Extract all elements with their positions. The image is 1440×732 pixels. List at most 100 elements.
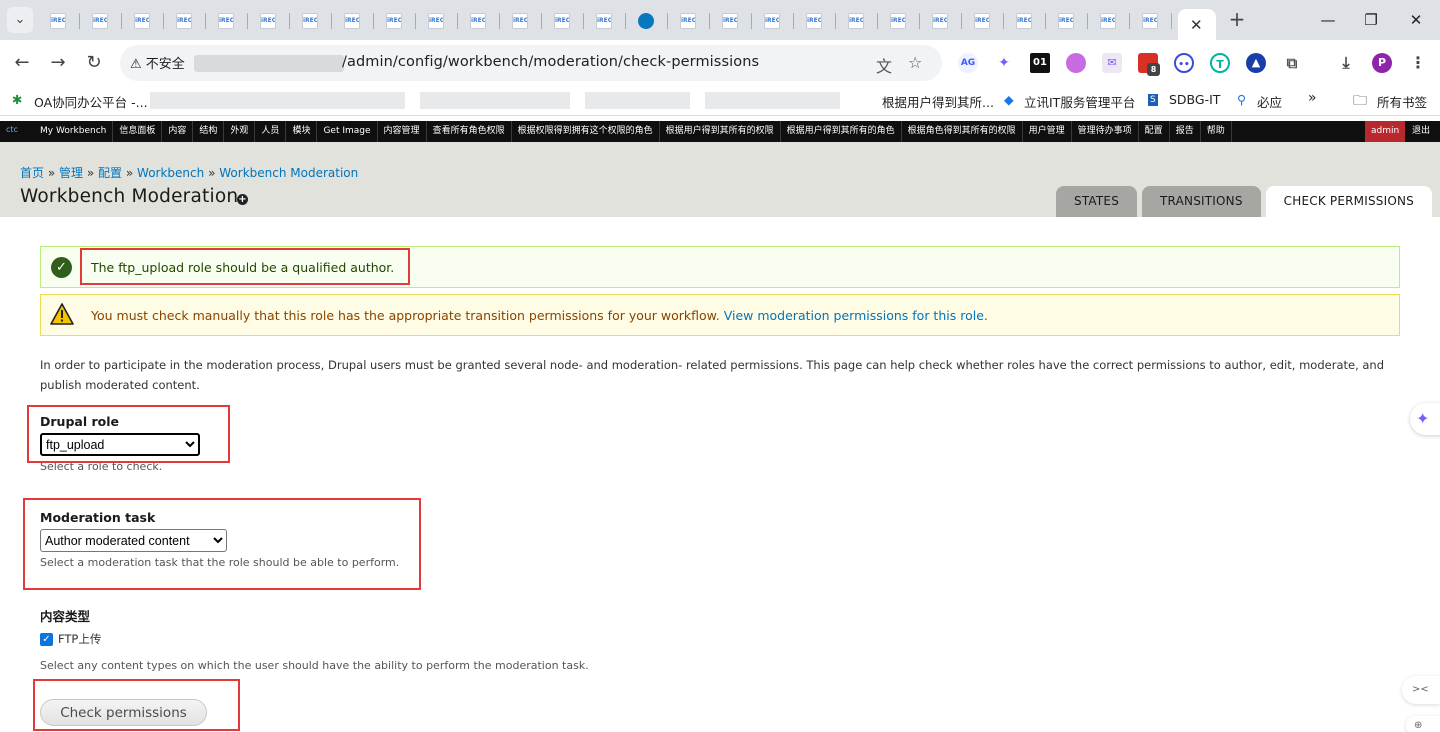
brain-extension-icon[interactable] xyxy=(1066,53,1086,73)
tab-states[interactable]: STATES xyxy=(1056,186,1138,217)
tab-transitions[interactable]: TRANSITIONS xyxy=(1142,186,1261,217)
active-tab[interactable]: ✕ xyxy=(1178,9,1216,40)
new-tab-button[interactable]: + xyxy=(1226,8,1248,30)
ag-extension-icon[interactable]: AG xyxy=(958,53,978,73)
breadcrumb-workbench[interactable]: Workbench xyxy=(137,166,204,180)
admin-menu-item[interactable]: 根据角色得到其所有的权限 xyxy=(902,121,1023,142)
bookmark-oa[interactable]: OA协同办公平台 -... xyxy=(34,92,148,111)
breadcrumb-workbench-moderation[interactable]: Workbench Moderation xyxy=(219,166,358,180)
browser-menu-icon[interactable]: ⋮ xyxy=(1408,53,1428,73)
download-icon[interactable]: ⤓ xyxy=(1336,53,1356,73)
tab-check-permissions[interactable]: CHECK PERMISSIONS xyxy=(1265,186,1432,217)
admin-menu-item[interactable]: 模块 xyxy=(286,121,318,142)
browser-tab[interactable]: iREC xyxy=(670,9,710,33)
admin-menu-item[interactable]: 人员 xyxy=(255,121,287,142)
browser-tab[interactable]: iREC xyxy=(334,9,374,33)
browser-tab[interactable]: iREC xyxy=(838,9,878,33)
ext-01-icon[interactable]: 01 xyxy=(1030,53,1050,73)
browser-tab[interactable]: iREC xyxy=(502,9,542,33)
admin-menu-item[interactable]: 配置 xyxy=(1139,121,1170,142)
bookmark-bing[interactable]: 必应 xyxy=(1257,92,1282,111)
bookmark-star-icon[interactable]: ☆ xyxy=(908,53,922,72)
admin-menu-item[interactable]: 根据用户得到其所有的角色 xyxy=(781,121,902,142)
admin-menu-item[interactable]: 内容管理 xyxy=(378,121,427,142)
drupal-tab[interactable] xyxy=(628,9,668,33)
bot-extension-icon[interactable]: •• xyxy=(1174,53,1194,73)
mail-extension-icon[interactable]: ✉ xyxy=(1102,53,1122,73)
ai-sidebar-icon[interactable]: ✦ xyxy=(1410,403,1440,435)
breadcrumb-home[interactable]: 首页 xyxy=(20,166,44,180)
extensions-puzzle-icon[interactable]: ⧉ xyxy=(1282,53,1302,73)
browser-tab[interactable]: iREC xyxy=(880,9,920,33)
browser-tab[interactable]: iREC xyxy=(292,9,332,33)
admin-menu-item[interactable]: 管理待办事项 xyxy=(1072,121,1139,142)
admin-menu-item[interactable]: 报告 xyxy=(1170,121,1201,142)
browser-tab[interactable]: iREC xyxy=(460,9,500,33)
bookmark-user-permissions[interactable]: 根据用户得到其所... xyxy=(882,92,994,111)
forward-icon[interactable]: → xyxy=(46,51,70,75)
browser-tab[interactable]: iREC xyxy=(124,9,164,33)
admin-menu-item[interactable]: 内容 xyxy=(162,121,194,142)
bookmark-it-service[interactable]: 立讯IT服务管理平台 xyxy=(1024,92,1135,111)
side-tool-2-icon[interactable]: ⊕ xyxy=(1406,716,1440,732)
bookmark-sdbg-it[interactable]: SDBG-IT xyxy=(1169,92,1220,107)
minimize-icon[interactable]: — xyxy=(1316,8,1340,32)
admin-menu-item[interactable]: 结构 xyxy=(193,121,225,142)
breadcrumb-config[interactable]: 配置 xyxy=(98,166,122,180)
all-bookmarks[interactable]: 所有书签 xyxy=(1377,92,1427,111)
admin-menu-item[interactable]: My Workbench xyxy=(34,121,114,142)
close-window-icon[interactable]: ✕ xyxy=(1404,8,1428,32)
admin-menu-item[interactable]: 用户管理 xyxy=(1023,121,1072,142)
more-bookmarks-icon[interactable]: » xyxy=(1308,90,1317,106)
ftp-upload-checkbox-label[interactable]: FTP上传 xyxy=(58,631,101,647)
side-tool-icon[interactable]: >< xyxy=(1402,676,1440,704)
triangle-extension-icon[interactable]: ▲ xyxy=(1246,53,1266,73)
browser-tab[interactable]: iREC xyxy=(1132,9,1172,33)
url-text[interactable]: /admin/config/workbench/moderation/check… xyxy=(342,54,759,70)
view-moderation-permissions-link[interactable]: View moderation permissions for this rol… xyxy=(724,308,984,323)
close-tab-icon[interactable]: ✕ xyxy=(1190,16,1203,34)
tab-search-chevron-icon[interactable]: ⌄ xyxy=(7,7,33,33)
ftp-upload-checkbox[interactable]: ✓ xyxy=(40,632,53,646)
site-logo[interactable]: ctc xyxy=(6,125,18,134)
browser-tab[interactable]: iREC xyxy=(1006,9,1046,33)
not-secure-indicator[interactable]: ⚠ 不安全 xyxy=(130,53,185,72)
admin-menu-item[interactable]: Get Image xyxy=(317,121,378,142)
admin-menu-item[interactable]: 帮助 xyxy=(1201,121,1232,142)
browser-tab[interactable]: iREC xyxy=(40,9,80,33)
admin-user-link[interactable]: admin xyxy=(1365,121,1406,142)
admin-menu-item[interactable]: 根据用户得到其所有的权限 xyxy=(660,121,781,142)
reload-icon[interactable]: ↻ xyxy=(82,51,106,75)
browser-tab[interactable]: iREC xyxy=(712,9,752,33)
back-icon[interactable]: ← xyxy=(10,51,34,75)
admin-menu-item[interactable]: 查看所有角色权限 xyxy=(427,121,512,142)
breadcrumb-admin[interactable]: 管理 xyxy=(59,166,83,180)
admin-menu-item[interactable]: 信息面板 xyxy=(113,121,163,142)
browser-tab[interactable]: iREC xyxy=(208,9,248,33)
content-type-option: ✓ FTP上传 xyxy=(40,631,101,647)
admin-menu-item[interactable]: 外观 xyxy=(224,121,256,142)
restore-icon[interactable]: ❐ xyxy=(1359,8,1383,32)
translate-icon[interactable]: 文 xyxy=(876,53,892,77)
browser-tab[interactable]: iREC xyxy=(250,9,290,33)
browser-tab[interactable]: iREC xyxy=(1090,9,1130,33)
add-shortcut-icon[interactable]: + xyxy=(237,194,248,205)
browser-tab[interactable]: iREC xyxy=(796,9,836,33)
t-extension-icon[interactable]: T xyxy=(1210,53,1230,73)
browser-tab[interactable]: iREC xyxy=(586,9,626,33)
browser-tab[interactable]: iREC xyxy=(754,9,794,33)
browser-tab[interactable]: iREC xyxy=(82,9,122,33)
browser-tab[interactable]: iREC xyxy=(922,9,962,33)
admin-menu-item[interactable]: 根据权限得到拥有这个权限的角色 xyxy=(512,121,660,142)
logout-link[interactable]: 退出 xyxy=(1412,121,1430,142)
browser-tab[interactable]: iREC xyxy=(376,9,416,33)
browser-tab[interactable]: iREC xyxy=(964,9,1004,33)
tab-separator xyxy=(709,13,710,29)
profile-avatar[interactable]: P xyxy=(1372,53,1392,73)
browser-tab[interactable]: iREC xyxy=(166,9,206,33)
sparkle-extension-icon[interactable]: ✦ xyxy=(994,53,1014,73)
browser-tab[interactable]: iREC xyxy=(418,9,458,33)
browser-tab[interactable]: iREC xyxy=(1048,9,1088,33)
address-bar[interactable]: ⚠ 不安全 /admin/config/workbench/moderation… xyxy=(120,45,942,81)
browser-tab[interactable]: iREC xyxy=(544,9,584,33)
